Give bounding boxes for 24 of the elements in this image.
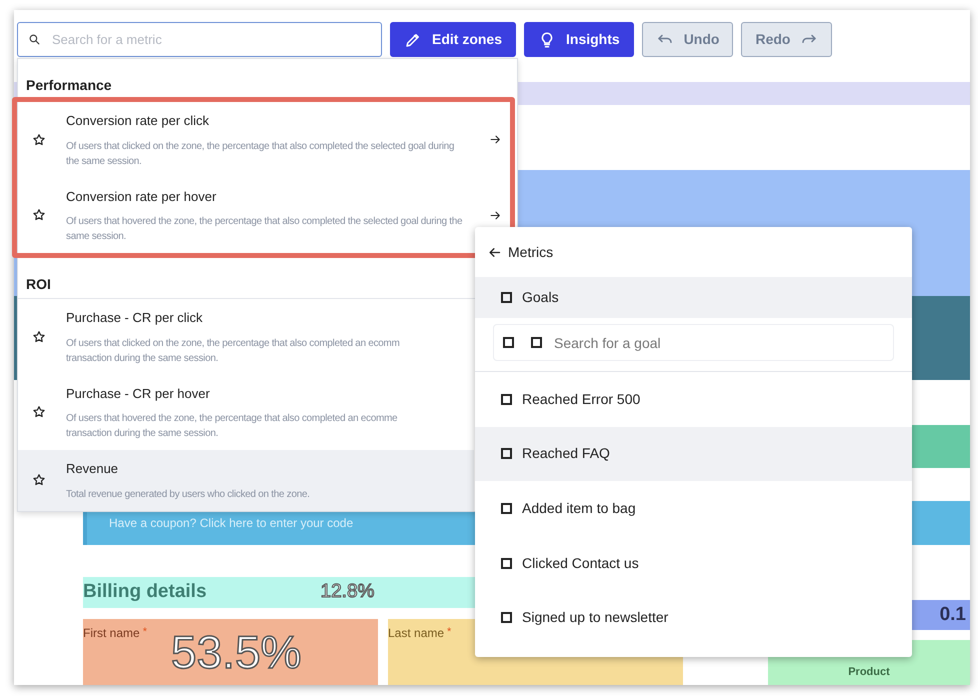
product-label: Product xyxy=(848,665,890,680)
metric-title: Purchase - CR per hover xyxy=(66,384,211,403)
metric-description: Of users that clicked on the zone, the percentage that also completed an ecomm xyxy=(66,336,400,350)
section-heading: ROI xyxy=(25,275,52,294)
required-mark: * xyxy=(447,625,452,640)
metric-title: Conversion rate per hover xyxy=(66,188,218,206)
field-label: Last name xyxy=(388,625,444,642)
metric-description: Of users that clicked on the zone, the percentage that also completed the selected goal during the same session. xyxy=(66,140,456,168)
metric-title: Conversion rate per click xyxy=(66,112,210,130)
heatmap-rate: 0.1 xyxy=(940,602,966,627)
required-mark: * xyxy=(142,625,147,640)
metric-description: Total revenue generated by users who clicked on the zone. xyxy=(66,488,311,502)
heatmap-rate: 12.8% xyxy=(320,580,374,604)
section-heading: Billing details xyxy=(83,580,207,604)
panel-title: Metrics xyxy=(508,242,554,262)
metric-description: Of users that hovered the zone, the percentage that also completed the selected goal during the same session. xyxy=(66,215,464,244)
metric-description: transaction during the same session. xyxy=(66,352,220,366)
metric-title: Purchase - CR per click xyxy=(66,309,204,327)
heatmap-rate: 53.5% xyxy=(171,629,302,675)
field-label: First name xyxy=(83,625,140,642)
section-heading: Performance xyxy=(25,76,113,95)
metric-description: transaction during the same session. xyxy=(66,427,220,441)
metric-description: Of users that hovered the zone, the percentage that also completed an ecomme xyxy=(66,412,398,426)
metric-title: Revenue xyxy=(66,460,120,478)
